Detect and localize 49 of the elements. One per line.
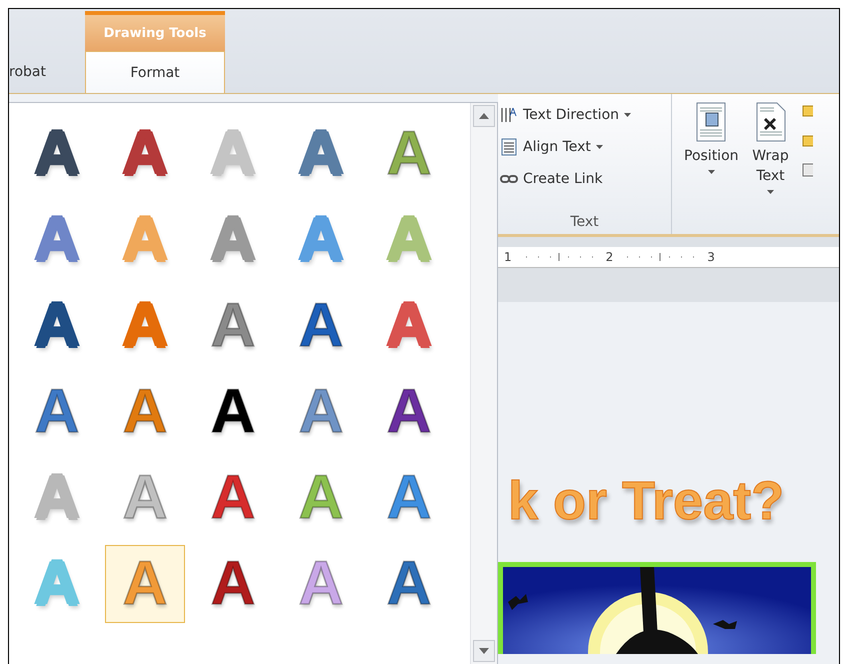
scroll-down-button[interactable]	[473, 640, 495, 662]
caret-icon	[767, 190, 774, 194]
wordart-style-option[interactable]: A	[105, 201, 185, 279]
page-position-icon	[696, 102, 726, 142]
wordart-style-option[interactable]: A	[105, 287, 185, 365]
text-direction-icon	[500, 106, 518, 124]
wordart-style-option[interactable]: A	[369, 115, 449, 193]
wordart-style-option[interactable]: A	[281, 115, 361, 193]
wordart-style-option[interactable]: A	[17, 287, 97, 365]
down-arrow-icon	[479, 648, 489, 654]
wordart-style-option[interactable]: A	[193, 201, 273, 279]
contextual-tab-header: Drawing Tools	[85, 11, 225, 51]
ribbon-tab[interactable]: robat	[9, 51, 85, 93]
link-icon	[500, 173, 518, 185]
wordart-style-option[interactable]: A	[105, 115, 185, 193]
wordart-style-option[interactable]: A	[369, 287, 449, 365]
wordart-style-option[interactable]: A	[193, 287, 273, 365]
wordart-style-option[interactable]: A	[281, 201, 361, 279]
wordart-style-option[interactable]: A	[105, 373, 185, 451]
wordart-style-option[interactable]: A	[369, 459, 449, 537]
wordart-style-option[interactable]: A	[369, 373, 449, 451]
wordart-style-option[interactable]: A	[17, 115, 97, 193]
align-text-icon	[500, 138, 518, 156]
scroll-up-button[interactable]	[473, 105, 495, 127]
wordart-style-option[interactable]: A	[281, 545, 361, 623]
ribbon-button[interactable]: Position	[682, 100, 741, 176]
ribbon-button[interactable]: Align Text	[498, 134, 671, 160]
wordart-style-option[interactable]: A	[105, 545, 185, 623]
wrap-text-icon	[756, 102, 786, 142]
wordart-style-option[interactable]: A	[193, 373, 273, 451]
wordart-style-option[interactable]: A	[281, 287, 361, 365]
ruler-number: 3	[707, 250, 715, 264]
caret-icon	[708, 170, 715, 174]
wordart-style-option[interactable]: A	[281, 459, 361, 537]
wordart-style-option[interactable]: A	[17, 373, 97, 451]
wordart-style-option[interactable]: A	[17, 201, 97, 279]
ribbon-button[interactable]: Text Direction	[498, 102, 671, 128]
up-arrow-icon	[479, 113, 489, 119]
group-label: Text	[569, 214, 600, 230]
wordart-style-option[interactable]: A	[193, 545, 273, 623]
ribbon-button[interactable]: Create Link	[498, 166, 671, 192]
ruler-number: 1	[504, 250, 512, 264]
wordart-style-option[interactable]: A	[281, 373, 361, 451]
wordart-style-option[interactable]: A	[369, 545, 449, 623]
ribbon-button[interactable]: Wrap Text	[748, 100, 793, 196]
ribbon-tab[interactable]: Format	[85, 51, 225, 93]
ruler-number: 2	[606, 250, 614, 264]
wordart-style-option[interactable]: A	[193, 459, 273, 537]
wordart-title: k or Treat?	[507, 470, 786, 532]
